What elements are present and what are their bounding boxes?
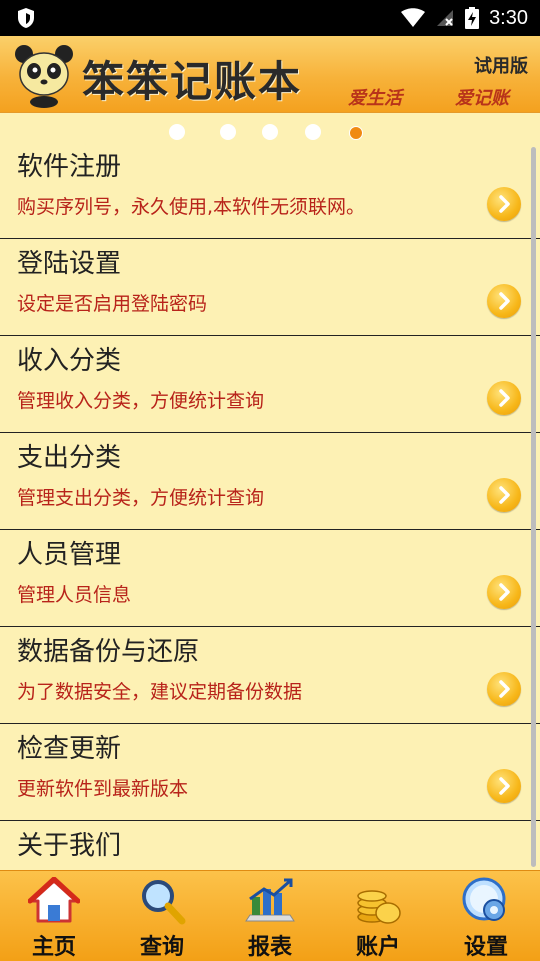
item-description: 购买序列号，永久使用,本软件无须联网。 — [17, 196, 366, 218]
tab-account[interactable]: 账户 — [324, 871, 432, 961]
tab-label: 报表 — [247, 935, 292, 960]
tab-label: 主页 — [31, 935, 76, 960]
item-title: 登陆设置 — [17, 249, 122, 279]
item-title: 软件注册 — [17, 152, 122, 182]
gear-icon — [462, 877, 506, 921]
magnifier-icon — [142, 880, 186, 925]
settings-item-login[interactable]: 登陆设置 设定是否启用登陆密码 — [0, 239, 540, 336]
status-time: 3:30 — [489, 6, 528, 29]
item-title: 检查更新 — [17, 734, 122, 764]
tab-home[interactable]: 主页 — [0, 871, 108, 961]
settings-item-income-category[interactable]: 收入分类 管理收入分类，方便统计查询 — [0, 336, 540, 433]
page-dot[interactable] — [220, 124, 236, 140]
panda-logo — [15, 45, 73, 108]
item-title: 收入分类 — [17, 346, 122, 376]
item-description: 更新软件到最新版本 — [17, 778, 189, 800]
page-dot-active[interactable] — [349, 126, 363, 140]
chevron-right-icon[interactable] — [487, 672, 521, 706]
shield-icon — [18, 8, 34, 28]
item-title: 人员管理 — [17, 540, 122, 570]
wifi-icon — [401, 8, 426, 27]
item-title: 关于我们 — [17, 831, 122, 861]
tab-report[interactable]: 报表 — [216, 871, 324, 961]
item-description: 管理支出分类，方便统计查询 — [17, 487, 265, 509]
tab-label: 设置 — [463, 935, 508, 960]
settings-item-about[interactable]: 关于我们 — [0, 821, 540, 870]
item-description: 为了数据安全，建议定期备份数据 — [17, 681, 303, 703]
battery-charging-icon — [465, 7, 480, 29]
slogan-love-life: 爱生活 — [348, 88, 402, 109]
page-dot[interactable] — [262, 124, 278, 140]
settings-item-expense-category[interactable]: 支出分类 管理支出分类，方便统计查询 — [0, 433, 540, 530]
tab-search[interactable]: 查询 — [108, 871, 216, 961]
item-description: 管理收入分类，方便统计查询 — [17, 390, 265, 412]
app-title: 笨笨记账本 — [82, 57, 303, 106]
page-dot[interactable] — [305, 124, 321, 140]
chevron-right-icon[interactable] — [487, 575, 521, 609]
scrollbar[interactable] — [531, 147, 536, 867]
page-dot[interactable] — [169, 124, 185, 140]
no-signal-icon — [437, 10, 454, 26]
chevron-right-icon[interactable] — [487, 284, 521, 318]
item-description: 管理人员信息 — [17, 584, 132, 606]
bottom-tab-bar: 主页 查询 报表 账户 设置 — [0, 870, 540, 961]
bar-chart-icon — [245, 878, 295, 922]
app-banner: 笨笨记账本 试用版 爱生活 爱记账 — [0, 36, 540, 113]
tab-label: 账户 — [355, 935, 400, 960]
item-title: 支出分类 — [17, 443, 122, 473]
status-bar: 3:30 — [0, 0, 540, 36]
coins-icon — [357, 890, 401, 924]
trial-edition-label: 试用版 — [474, 56, 528, 77]
settings-item-check-update[interactable]: 检查更新 更新软件到最新版本 — [0, 724, 540, 821]
tab-settings[interactable]: 设置 — [432, 871, 540, 961]
chevron-right-icon[interactable] — [487, 381, 521, 415]
page-indicator — [0, 122, 540, 142]
settings-item-backup[interactable]: 数据备份与还原 为了数据安全，建议定期备份数据 — [0, 627, 540, 724]
chevron-right-icon[interactable] — [487, 769, 521, 803]
item-description: 设定是否启用登陆密码 — [17, 293, 208, 315]
chevron-right-icon[interactable] — [487, 478, 521, 512]
slogan-love-bookkeeping: 爱记账 — [455, 88, 509, 109]
home-icon — [28, 877, 80, 923]
settings-item-register[interactable]: 软件注册 购买序列号，永久使用,本软件无须联网。 — [0, 142, 540, 239]
tab-label: 查询 — [139, 935, 184, 960]
settings-list: 软件注册 购买序列号，永久使用,本软件无须联网。 登陆设置 设定是否启用登陆密码… — [0, 142, 540, 870]
chevron-right-icon[interactable] — [487, 187, 521, 221]
item-title: 数据备份与还原 — [17, 637, 200, 667]
settings-item-people[interactable]: 人员管理 管理人员信息 — [0, 530, 540, 627]
